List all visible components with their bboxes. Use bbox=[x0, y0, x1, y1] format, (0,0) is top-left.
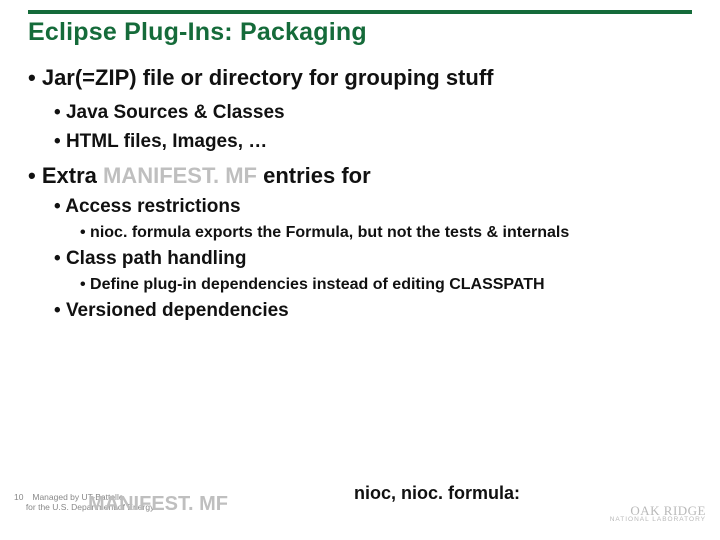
sublist-manifest: Access restrictions nioc. formula export… bbox=[28, 196, 692, 323]
bullet-manifest: Extra MANIFEST. MF entries for bbox=[28, 163, 692, 190]
manifest-post: entries for bbox=[257, 163, 371, 188]
bullet-java-sources: Java Sources & Classes bbox=[54, 102, 692, 125]
sublist-access: nioc. formula exports the Formula, but n… bbox=[28, 223, 692, 242]
bullet-nioc-exports: nioc. formula exports the Formula, but n… bbox=[80, 223, 692, 242]
manifest-overlay: MANIFEST. MF bbox=[88, 493, 228, 516]
bullet-access-restrictions: Access restrictions bbox=[54, 196, 692, 219]
sublist-jar: Java Sources & Classes HTML files, Image… bbox=[28, 102, 692, 154]
slide-title: Eclipse Plug-Ins: Packaging bbox=[28, 18, 692, 47]
logo-lab: NATIONAL LABORATORY bbox=[610, 517, 706, 524]
bullet-jar: Jar(=ZIP) file or directory for grouping… bbox=[28, 65, 692, 92]
ornl-logo: OAK RIDGE NATIONAL LABORATORY bbox=[610, 504, 706, 524]
slide: Eclipse Plug-Ins: Packaging Jar(=ZIP) fi… bbox=[0, 0, 720, 540]
manifest-pre: Extra bbox=[42, 163, 103, 188]
bullet-classpath: Class path handling bbox=[54, 248, 692, 271]
slide-number: 10 bbox=[14, 492, 30, 502]
bullet-define-deps: Define plug-in dependencies instead of e… bbox=[80, 275, 692, 294]
bullet-list: Jar(=ZIP) file or directory for grouping… bbox=[28, 65, 692, 323]
manifest-faded: MANIFEST. MF bbox=[103, 163, 257, 188]
nioc-label: nioc, nioc. formula: bbox=[354, 483, 520, 504]
bullet-html-images: HTML files, Images, … bbox=[54, 131, 692, 154]
title-accent-line bbox=[28, 10, 692, 14]
sublist-classpath: Define plug-in dependencies instead of e… bbox=[28, 275, 692, 294]
bullet-versioned-deps: Versioned dependencies bbox=[54, 300, 692, 323]
logo-brand: OAK RIDGE bbox=[610, 504, 706, 518]
